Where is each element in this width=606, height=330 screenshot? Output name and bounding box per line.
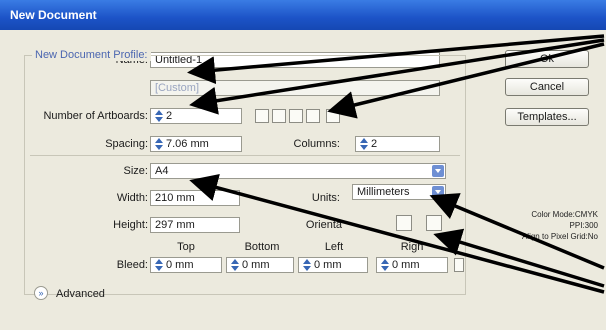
arrow-to-name (187, 34, 605, 85)
arrow-to-orientation (433, 228, 605, 288)
callout-arrows (187, 34, 605, 294)
arrow-to-width (189, 173, 605, 294)
arrow-to-units (429, 193, 605, 270)
